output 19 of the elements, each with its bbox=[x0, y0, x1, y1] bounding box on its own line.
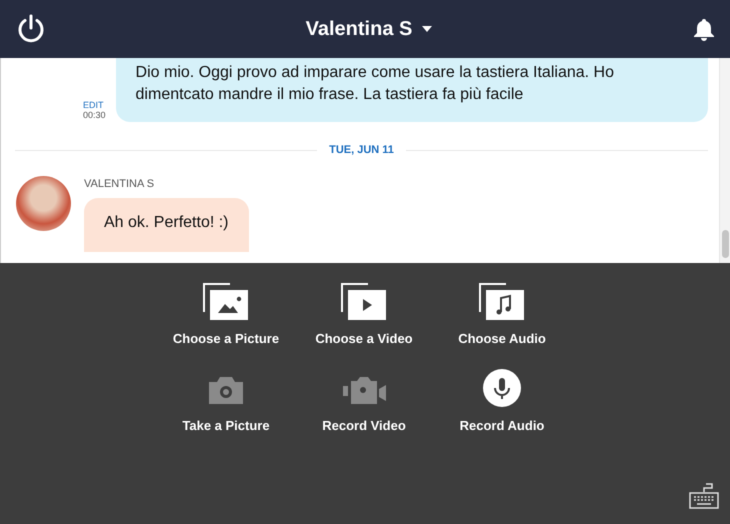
scrollbar-thumb[interactable] bbox=[722, 230, 729, 258]
power-button[interactable] bbox=[16, 14, 46, 44]
caret-icon[interactable] bbox=[422, 26, 432, 32]
contact-name[interactable]: Valentina S bbox=[306, 18, 412, 40]
edit-link[interactable]: EDIT bbox=[83, 100, 106, 110]
date-separator: TUE, JUN 11 bbox=[329, 144, 394, 156]
attachment-option-button[interactable]: Choose a Video bbox=[295, 281, 433, 346]
attachment-option-button[interactable]: Record Audio bbox=[433, 368, 571, 433]
message-time: 00:30 bbox=[83, 110, 106, 120]
sent-message: Dio mio. Oggi provo ad imparare come usare la tastiera Italiana. Ho dimentcato mandre il mio frase. La tastiera fa più facile bbox=[116, 58, 708, 122]
music-stack-icon bbox=[479, 281, 525, 321]
attachment-option-button[interactable]: Choose a Picture bbox=[157, 281, 295, 346]
notification-bell-button[interactable] bbox=[692, 17, 716, 41]
attachment-option-button[interactable]: Choose Audio bbox=[433, 281, 571, 346]
video-stack-icon bbox=[341, 281, 387, 321]
received-message: Ah ok. Perfetto! :) bbox=[84, 198, 248, 252]
picture-stack-icon bbox=[203, 281, 249, 321]
scrollbar[interactable] bbox=[719, 58, 730, 263]
sender-name: VALENTINA S bbox=[84, 178, 156, 190]
